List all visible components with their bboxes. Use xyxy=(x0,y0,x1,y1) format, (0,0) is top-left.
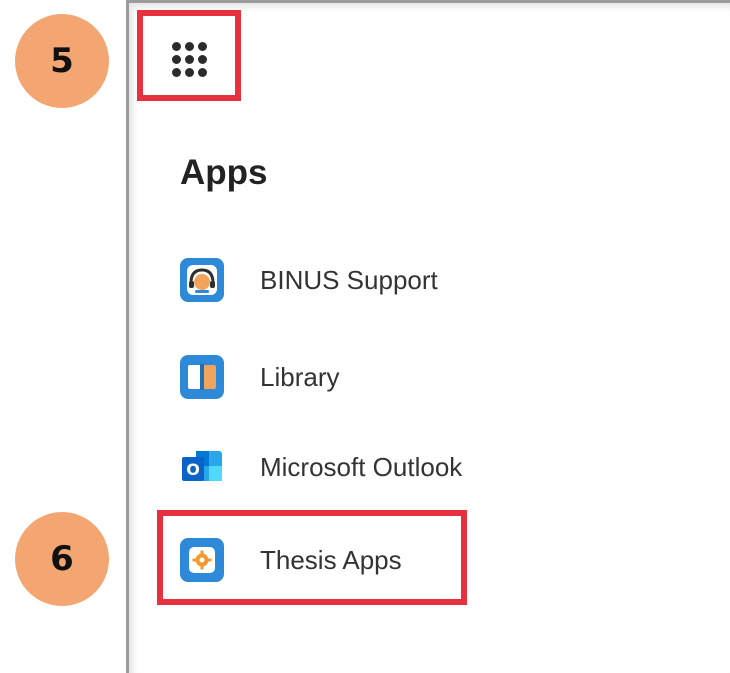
app-item-library[interactable]: Library xyxy=(180,353,510,401)
outlook-letter: O xyxy=(186,460,200,479)
step-callout-6: 6 xyxy=(15,512,109,606)
outlook-icon: O xyxy=(180,445,224,489)
launcher-highlight-box xyxy=(137,10,241,101)
app-label: Microsoft Outlook xyxy=(260,451,463,482)
app-item-microsoft-outlook[interactable]: O Microsoft Outlook xyxy=(180,443,510,491)
thesis-apps-highlight-box xyxy=(157,510,467,605)
app-label: Library xyxy=(260,361,340,392)
step-number: 6 xyxy=(50,539,74,579)
step-number: 5 xyxy=(50,41,74,81)
apps-heading: Apps xyxy=(180,153,268,192)
book-icon xyxy=(180,355,224,399)
step-callout-5: 5 xyxy=(15,14,109,108)
app-item-binus-support[interactable]: BINUS Support xyxy=(180,256,510,304)
headset-support-icon xyxy=(180,258,224,302)
app-label: BINUS Support xyxy=(260,264,438,295)
